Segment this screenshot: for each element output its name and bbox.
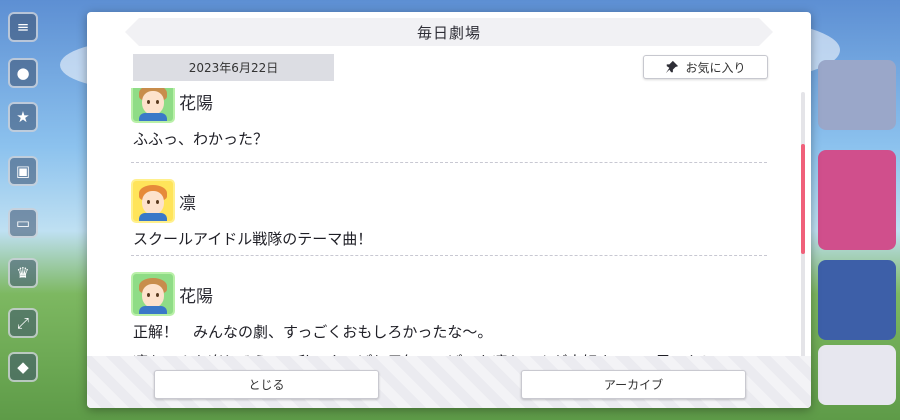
message-text: ふふっ、わかった？ [133, 130, 269, 148]
message-item: 花陽 正解！ みんなの劇、すっごくおもしろかったな〜。 凛ちゃんも楽しそうで、私… [131, 271, 767, 360]
date-label: 2023年6月22日 [133, 54, 334, 81]
hanayo-avatar [131, 88, 175, 123]
trophy-icon[interactable]: ♛ [8, 258, 38, 288]
rin-avatar [131, 179, 175, 223]
speaker-name: 凛 [179, 193, 196, 214]
chat-icon[interactable]: ● [8, 58, 38, 88]
expand-icon[interactable]: ⤢ [8, 308, 38, 338]
monitor-icon[interactable]: ▭ [8, 208, 38, 238]
menu-icon[interactable]: ≡ [8, 12, 38, 42]
message-text: スクールアイドル戦隊のテーマ曲！ [133, 230, 373, 248]
side-menu: ≡ ● ★ ▣ ▭ ♛ ⤢ ◆ [0, 0, 48, 420]
scrollbar-track[interactable] [801, 92, 805, 360]
hanayo-avatar [131, 272, 175, 316]
daily-theater-dialog: 毎日劇場 2023年6月22日 お気に入り 花陽 ふふっ、わかった？ 凛 スクー… [87, 12, 811, 408]
message-item: 花陽 ふふっ、わかった？ [131, 88, 767, 154]
message-header: 花陽 [131, 271, 767, 317]
message-text: 正解！ みんなの劇、すっごくおもしろかったな〜。 [133, 323, 493, 341]
accessory-icon[interactable]: ◆ [8, 352, 38, 382]
speaker-name: 花陽 [179, 286, 213, 307]
event-icon[interactable]: ★ [8, 102, 38, 132]
gift-icon[interactable]: ▣ [8, 156, 38, 186]
message-header: 凛 [131, 178, 767, 224]
story-content[interactable]: 花陽 ふふっ、わかった？ 凛 スクールアイドル戦隊のテーマ曲！ 花陽 正解！ み… [131, 88, 771, 360]
favorite-button[interactable]: お気に入り [643, 55, 768, 79]
divider [131, 162, 767, 163]
right-card[interactable] [818, 150, 896, 250]
divider [131, 255, 767, 256]
pin-icon [666, 60, 679, 74]
dialog-title-bar: 毎日劇場 [125, 18, 773, 46]
message-header: 花陽 [131, 88, 767, 124]
right-card[interactable] [818, 60, 896, 130]
scrollbar-thumb[interactable] [801, 144, 805, 254]
dialog-title: 毎日劇場 [416, 23, 481, 42]
message-item: 凛 スクールアイドル戦隊のテーマ曲！ [131, 178, 767, 254]
archive-button[interactable]: アーカイブ [521, 370, 746, 399]
close-button[interactable]: とじる [154, 370, 379, 399]
right-card[interactable] [818, 260, 896, 340]
right-panel [805, 0, 900, 420]
favorite-label: お気に入り [685, 60, 746, 75]
speaker-name: 花陽 [179, 93, 213, 114]
right-card[interactable] [818, 345, 896, 405]
